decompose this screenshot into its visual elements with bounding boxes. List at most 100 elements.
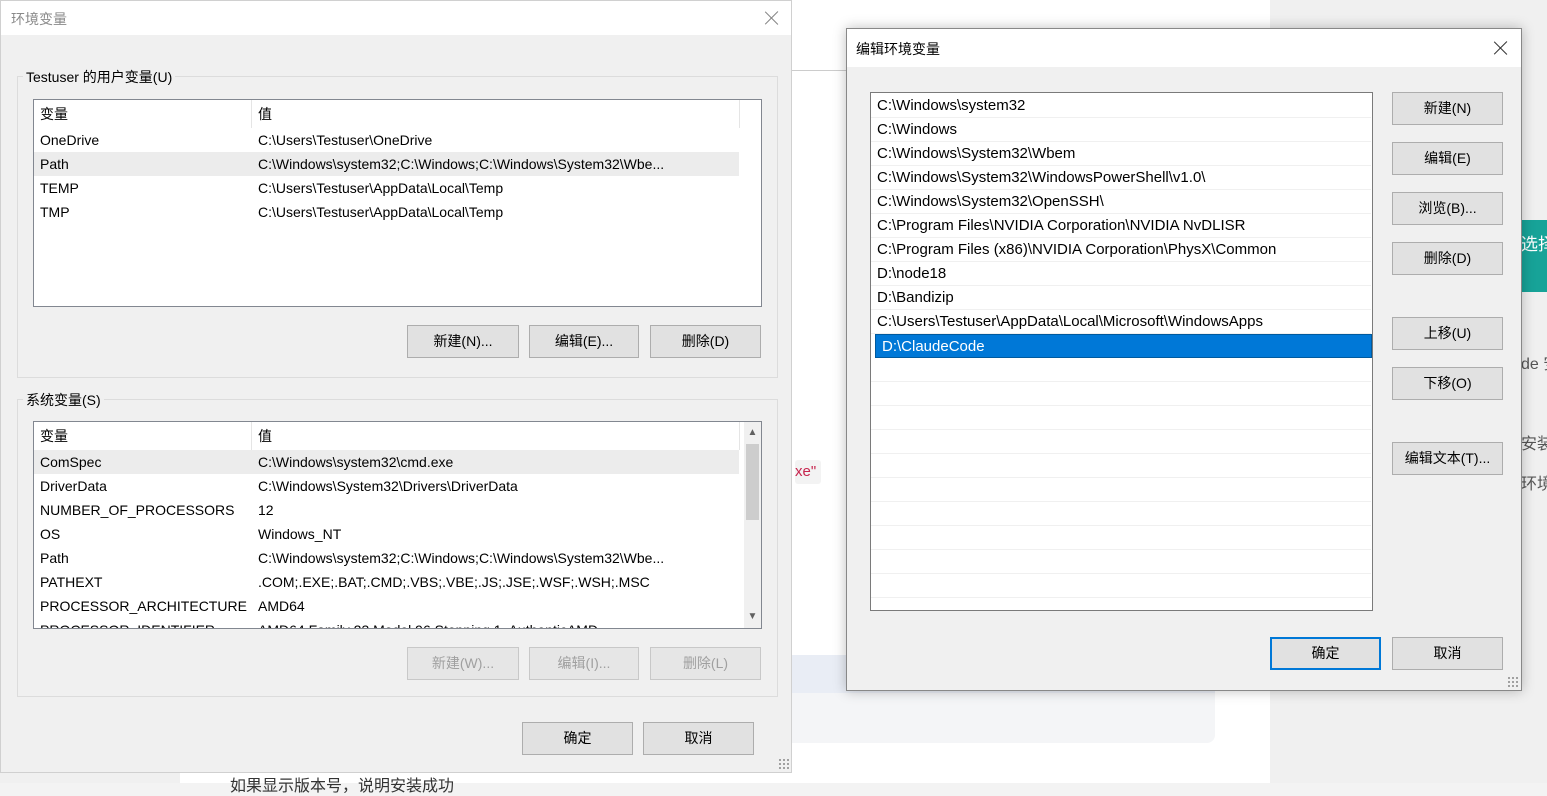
close-icon[interactable] bbox=[1491, 38, 1511, 58]
var-value: C:\Users\Testuser\AppData\Local\Temp bbox=[258, 204, 504, 220]
system-delete-button[interactable]: 删除(L) bbox=[650, 647, 761, 680]
user-new-button[interactable]: 新建(N)... bbox=[407, 325, 519, 358]
background-teal-label: 选择 bbox=[1521, 235, 1547, 254]
var-value: AMD64 bbox=[258, 598, 305, 614]
edit-ok-button[interactable]: 确定 bbox=[1270, 637, 1381, 670]
close-icon[interactable] bbox=[762, 8, 782, 28]
env-ok-button[interactable]: 确定 bbox=[522, 722, 633, 755]
env-cancel-button[interactable]: 取消 bbox=[643, 722, 754, 755]
list-item[interactable]: C:\Windows bbox=[871, 118, 1371, 142]
list-item[interactable]: D:\node18 bbox=[871, 262, 1371, 286]
column-header-value[interactable]: 值 bbox=[252, 100, 740, 128]
var-value: C:\Windows\system32;C:\Windows;C:\Window… bbox=[258, 156, 665, 172]
empty-list-item[interactable] bbox=[871, 430, 1371, 454]
user-vars-list[interactable]: 变量 值 OneDrive C:\Users\Testuser\OneDrive… bbox=[33, 99, 762, 307]
scroll-down-icon[interactable]: ▼ bbox=[744, 608, 761, 625]
edit-text-button[interactable]: 编辑文本(T)... bbox=[1392, 442, 1503, 475]
list-item[interactable]: C:\Program Files\NVIDIA Corporation\NVID… bbox=[871, 214, 1371, 238]
move-up-button[interactable]: 上移(U) bbox=[1392, 317, 1503, 350]
var-value: C:\Windows\system32;C:\Windows;C:\Window… bbox=[258, 550, 665, 566]
var-value: C:\Users\Testuser\AppData\Local\Temp bbox=[258, 180, 504, 196]
background-teal-button[interactable]: 选择 bbox=[1521, 220, 1547, 292]
edit-cancel-button[interactable]: 取消 bbox=[1392, 637, 1503, 670]
list-item[interactable]: C:\Windows\System32\Wbem bbox=[871, 142, 1371, 166]
table-row[interactable]: PROCESSOR_ARCHITECTURE AMD64 bbox=[34, 594, 739, 618]
background-divider bbox=[790, 70, 850, 71]
path-delete-button[interactable]: 删除(D) bbox=[1392, 242, 1503, 275]
var-value: Windows_NT bbox=[258, 526, 342, 542]
column-header-value[interactable]: 值 bbox=[252, 422, 740, 450]
list-item[interactable]: C:\Windows\System32\WindowsPowerShell\v1… bbox=[871, 166, 1371, 190]
column-header-name[interactable]: 变量 bbox=[34, 422, 252, 450]
var-name: OneDrive bbox=[40, 132, 100, 148]
env-vars-dialog: 环境变量 Testuser 的用户变量(U) 变量 值 OneDrive C:\… bbox=[0, 0, 792, 773]
background-text-fragment: 环境 bbox=[1521, 476, 1547, 493]
empty-list-item[interactable] bbox=[871, 550, 1371, 574]
var-name: Path bbox=[40, 550, 69, 566]
edit-dialog-titlebar: 编辑环境变量 bbox=[847, 29, 1521, 67]
empty-list-item[interactable] bbox=[871, 382, 1371, 406]
table-row[interactable]: TEMP C:\Users\Testuser\AppData\Local\Tem… bbox=[34, 176, 739, 200]
var-name: Path bbox=[40, 156, 69, 172]
path-edit-button[interactable]: 编辑(E) bbox=[1392, 142, 1503, 175]
env-dialog-titlebar: 环境变量 bbox=[1, 1, 791, 35]
var-name: NUMBER_OF_PROCESSORS bbox=[40, 502, 235, 518]
empty-list-item[interactable] bbox=[871, 454, 1371, 478]
resize-grip-icon[interactable] bbox=[778, 758, 790, 770]
list-item[interactable]: C:\Windows\system32 bbox=[871, 94, 1371, 118]
var-name: DriverData bbox=[40, 478, 107, 494]
var-value: C:\Users\Testuser\OneDrive bbox=[258, 132, 433, 148]
var-value: C:\Windows\System32\Drivers\DriverData bbox=[258, 478, 518, 494]
edit-dialog-title: 编辑环境变量 bbox=[856, 41, 940, 57]
table-row[interactable]: OS Windows_NT bbox=[34, 522, 739, 546]
list-item[interactable]: C:\Users\Testuser\AppData\Local\Microsof… bbox=[871, 310, 1371, 334]
var-value: C:\Windows\system32\cmd.exe bbox=[258, 454, 454, 470]
edit-env-dialog: 编辑环境变量 C:\Windows\system32 C:\Windows C:… bbox=[846, 28, 1522, 691]
background-bottom-text: 如果显示版本号，说明安装成功 bbox=[230, 778, 455, 795]
user-vars-label: Testuser 的用户变量(U) bbox=[23, 67, 176, 87]
var-value: AMD64 Family 23 Model 96 Stepping 1, Aut… bbox=[252, 618, 739, 628]
empty-list-item[interactable] bbox=[871, 526, 1371, 550]
scroll-up-icon[interactable]: ▲ bbox=[744, 424, 761, 441]
var-name: OS bbox=[40, 526, 61, 542]
background-text-fragment: 安装 bbox=[1521, 436, 1547, 453]
column-header-name[interactable]: 变量 bbox=[34, 100, 252, 128]
table-row[interactable]: OneDrive C:\Users\Testuser\OneDrive bbox=[34, 128, 739, 152]
var-value: 12 bbox=[258, 502, 274, 518]
path-browse-button[interactable]: 浏览(B)... bbox=[1392, 192, 1503, 225]
system-new-button[interactable]: 新建(W)... bbox=[407, 647, 519, 680]
user-edit-button[interactable]: 编辑(E)... bbox=[529, 325, 639, 358]
var-name: TMP bbox=[40, 204, 70, 220]
scroll-thumb[interactable] bbox=[746, 444, 759, 520]
move-down-button[interactable]: 下移(O) bbox=[1392, 367, 1503, 400]
path-new-button[interactable]: 新建(N) bbox=[1392, 92, 1503, 125]
table-row-selected[interactable]: ComSpec C:\Windows\system32\cmd.exe bbox=[34, 450, 739, 474]
table-row[interactable]: TMP C:\Users\Testuser\AppData\Local\Temp bbox=[34, 200, 739, 224]
system-vars-list[interactable]: 变量 值 ComSpec C:\Windows\system32\cmd.exe… bbox=[33, 421, 762, 629]
system-edit-button[interactable]: 编辑(I)... bbox=[529, 647, 639, 680]
system-vars-header: 变量 值 bbox=[34, 422, 761, 450]
empty-list-item[interactable] bbox=[871, 358, 1371, 382]
table-row-selected[interactable]: Path C:\Windows\system32;C:\Windows;C:\W… bbox=[34, 152, 739, 176]
resize-grip-icon[interactable] bbox=[1507, 676, 1519, 688]
empty-list-item[interactable] bbox=[871, 574, 1371, 598]
system-vars-scrollbar[interactable]: ▲ ▼ bbox=[744, 422, 761, 628]
empty-list-item[interactable] bbox=[871, 502, 1371, 526]
var-name: PROCESSOR_ARCHITECTURE bbox=[40, 598, 247, 614]
table-row[interactable]: PATHEXT .COM;.EXE;.BAT;.CMD;.VBS;.VBE;.J… bbox=[34, 570, 739, 594]
table-row[interactable]: PROCESSOR_IDENTIFIER AMD64 Family 23 Mod… bbox=[34, 618, 739, 628]
var-name: ComSpec bbox=[40, 454, 102, 470]
table-row[interactable]: Path C:\Windows\system32;C:\Windows;C:\W… bbox=[34, 546, 739, 570]
list-item[interactable]: D:\Bandizip bbox=[871, 286, 1371, 310]
path-list[interactable]: C:\Windows\system32 C:\Windows C:\Window… bbox=[870, 92, 1373, 611]
user-vars-header: 变量 值 bbox=[34, 100, 761, 128]
var-name: PROCESSOR_IDENTIFIER bbox=[34, 618, 252, 628]
empty-list-item[interactable] bbox=[871, 478, 1371, 502]
list-item[interactable]: C:\Program Files (x86)\NVIDIA Corporatio… bbox=[871, 238, 1371, 262]
table-row[interactable]: NUMBER_OF_PROCESSORS 12 bbox=[34, 498, 739, 522]
list-item-selected[interactable]: D:\ClaudeCode bbox=[875, 334, 1372, 358]
list-item[interactable]: C:\Windows\System32\OpenSSH\ bbox=[871, 190, 1371, 214]
empty-list-item[interactable] bbox=[871, 406, 1371, 430]
user-delete-button[interactable]: 删除(D) bbox=[650, 325, 761, 358]
table-row[interactable]: DriverData C:\Windows\System32\Drivers\D… bbox=[34, 474, 739, 498]
